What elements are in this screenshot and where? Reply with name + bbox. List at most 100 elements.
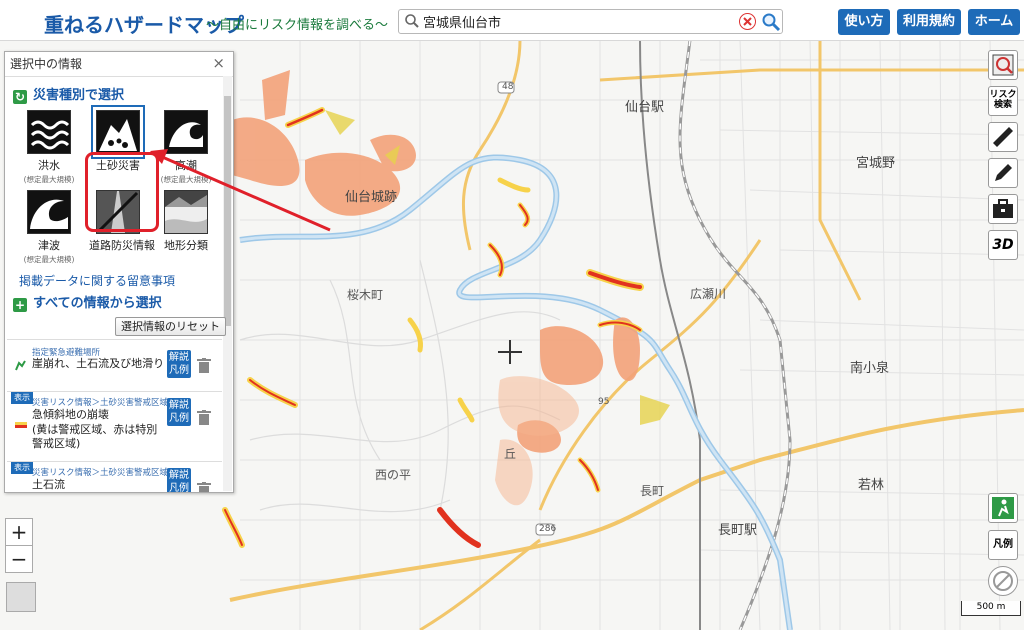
explain-legend-button[interactable]: 解説 凡例 (167, 468, 191, 493)
risk-search-tool[interactable]: リスク検索 (988, 86, 1018, 116)
home-button[interactable]: ホーム (968, 9, 1020, 35)
clear-search-button[interactable] (739, 13, 756, 30)
explain-label: 解説 (169, 400, 189, 411)
notice-link[interactable]: 掲載データに関する留意事項 (19, 272, 175, 289)
landslide-icon (96, 110, 140, 154)
tile-storm-surge-sub: (想定最大規模) (160, 175, 212, 184)
route-286-label: 286 (539, 524, 557, 534)
plus-icon: + (13, 298, 27, 312)
threed-tool[interactable]: 3D (988, 230, 1018, 260)
zoom-in-button[interactable]: + (5, 518, 33, 546)
tile-storm-surge-label: 高潮 (175, 159, 197, 172)
terrain-icon (164, 190, 208, 234)
minamikoizumi-label: 南小泉 (850, 361, 890, 376)
nishinohira-label: 西の平 (375, 468, 412, 482)
tile-terrain-label: 地形分類 (164, 239, 208, 252)
selected-info-panel: 選択中の情報 × ↻ 災害種別で選択 洪水 (想定最大規模) 土砂災害 高潮 (想… (4, 51, 234, 493)
show-badge[interactable]: 表示 (11, 392, 33, 404)
tile-flood-label: 洪水 (38, 159, 60, 172)
terms-button[interactable]: 利用規約 (897, 9, 961, 35)
search-input[interactable] (423, 12, 723, 31)
toolbox-icon (993, 199, 1013, 218)
legend-label: 凡例 (169, 365, 189, 376)
arrow-icon: ↻ (13, 90, 27, 104)
elevation-label: 95 (598, 397, 610, 407)
storm-surge-icon (164, 110, 208, 154)
legend-label: 凡例 (169, 483, 189, 493)
nagamachi-station-label: 長町駅 (718, 523, 758, 538)
search-icon (405, 14, 419, 28)
layer-entry: 表示 災害リスク情報＞土砂災害警戒区域 急傾斜地の崩壊 (黄は警戒区域、赤は特別… (7, 391, 222, 460)
tile-tsunami-label: 津波 (38, 239, 60, 252)
nagamachi-label: 長町 (640, 484, 665, 498)
wakabayashi-label: 若林 (858, 478, 885, 493)
trash-icon[interactable] (197, 410, 211, 425)
tile-tsunami[interactable]: 津波 (想定最大規模) (20, 190, 78, 265)
tile-flood[interactable]: 洪水 (想定最大規模) (20, 110, 78, 185)
section-all-label: すべての情報から選択 (33, 296, 162, 311)
section-disaster-type[interactable]: ↻ 災害種別で選択 (13, 84, 124, 104)
layer-name: 崖崩れ、土石流及び地滑り (32, 357, 165, 370)
layer-entry: 表示 災害リスク情報＞土砂災害警戒区域 土石流 解説 凡例 (7, 461, 222, 493)
current-location-tool[interactable] (988, 493, 1018, 523)
tools-case[interactable] (988, 194, 1018, 224)
tile-tsunami-sub: (想定最大規模) (23, 255, 75, 264)
layer-name: 土石流 (32, 478, 65, 491)
flood-icon (27, 110, 71, 154)
sakuragi-label: 桜木町 (347, 288, 384, 302)
panel-scrollbar[interactable] (223, 76, 232, 491)
risk-search-label: リスク検索 (989, 90, 1017, 110)
legend-tool[interactable]: 凡例 (988, 530, 1018, 560)
search-box (398, 9, 783, 34)
sendai-station-label: 仙台駅 (625, 100, 665, 115)
compass-tool[interactable] (988, 566, 1018, 596)
tile-flood-sub: (想定最大規模) (23, 175, 75, 184)
section-disaster-label: 災害種別で選択 (33, 88, 125, 103)
layer-name: 急傾斜地の崩壊 (32, 408, 109, 421)
compass-icon (993, 571, 1013, 591)
explain-legend-button[interactable]: 解説 凡例 (167, 398, 191, 426)
reset-selection-button[interactable]: 選択情報のリセット (115, 317, 226, 336)
explain-label: 解説 (169, 352, 189, 363)
evacuation-icon (13, 358, 27, 372)
scroll-thumb[interactable] (224, 96, 231, 326)
draw-tool[interactable] (988, 158, 1018, 188)
miyagino-label: 宮城野 (856, 156, 896, 171)
section-all-info[interactable]: + すべての情報から選択 (13, 292, 162, 312)
layer-swatch (15, 422, 27, 428)
zoom-out-button[interactable]: − (5, 545, 33, 573)
tile-terrain[interactable]: 地形分類 (157, 190, 215, 253)
measure-tool[interactable] (988, 122, 1018, 152)
route-48-label: 48 (502, 82, 514, 92)
layer-entry: 指定緊急避難場所 崖崩れ、土石流及び地滑り 解説 凡例 (7, 339, 222, 390)
magnifier-map-icon (992, 54, 1014, 76)
close-icon (743, 17, 752, 26)
trash-icon[interactable] (197, 482, 211, 493)
scale-bar: 500 m (961, 601, 1021, 616)
explain-label: 解説 (169, 470, 189, 481)
layer-path: 災害リスク情報＞土砂災害警戒区域 (32, 398, 169, 408)
tsunami-icon (27, 190, 71, 234)
panel-close-button[interactable]: × (212, 54, 225, 72)
ruler-icon (993, 127, 1013, 147)
legend-label: 凡例 (169, 413, 189, 424)
pencil-icon (995, 164, 1012, 181)
tile-road-disaster-label: 道路防災情報 (89, 239, 155, 252)
panel-title: 選択中の情報 (5, 52, 233, 77)
walker-icon (992, 497, 1014, 519)
app-header: 重ねるハザードマップ ～自由にリスク情報を調べる～ 使い方 利用規約 ホーム (0, 0, 1024, 41)
oka-label: 丘 (504, 447, 517, 461)
tile-storm-surge[interactable]: 高潮 (想定最大規模) (157, 110, 215, 185)
search-button[interactable] (761, 12, 781, 32)
explain-legend-button[interactable]: 解説 凡例 (167, 350, 191, 378)
trash-icon[interactable] (197, 358, 211, 373)
layer-search-tool[interactable] (988, 50, 1018, 80)
selection-highlight (85, 152, 159, 232)
app-subtitle: ～自由にリスク情報を調べる～ (206, 18, 389, 33)
hirose-river-label: 広瀬川 (690, 287, 727, 301)
usage-button[interactable]: 使い方 (838, 9, 890, 35)
sendai-castle-label: 仙台城跡 (345, 190, 398, 205)
map-crosshair (498, 340, 522, 364)
show-badge[interactable]: 表示 (11, 462, 33, 474)
minimap-toggle[interactable] (6, 582, 36, 612)
